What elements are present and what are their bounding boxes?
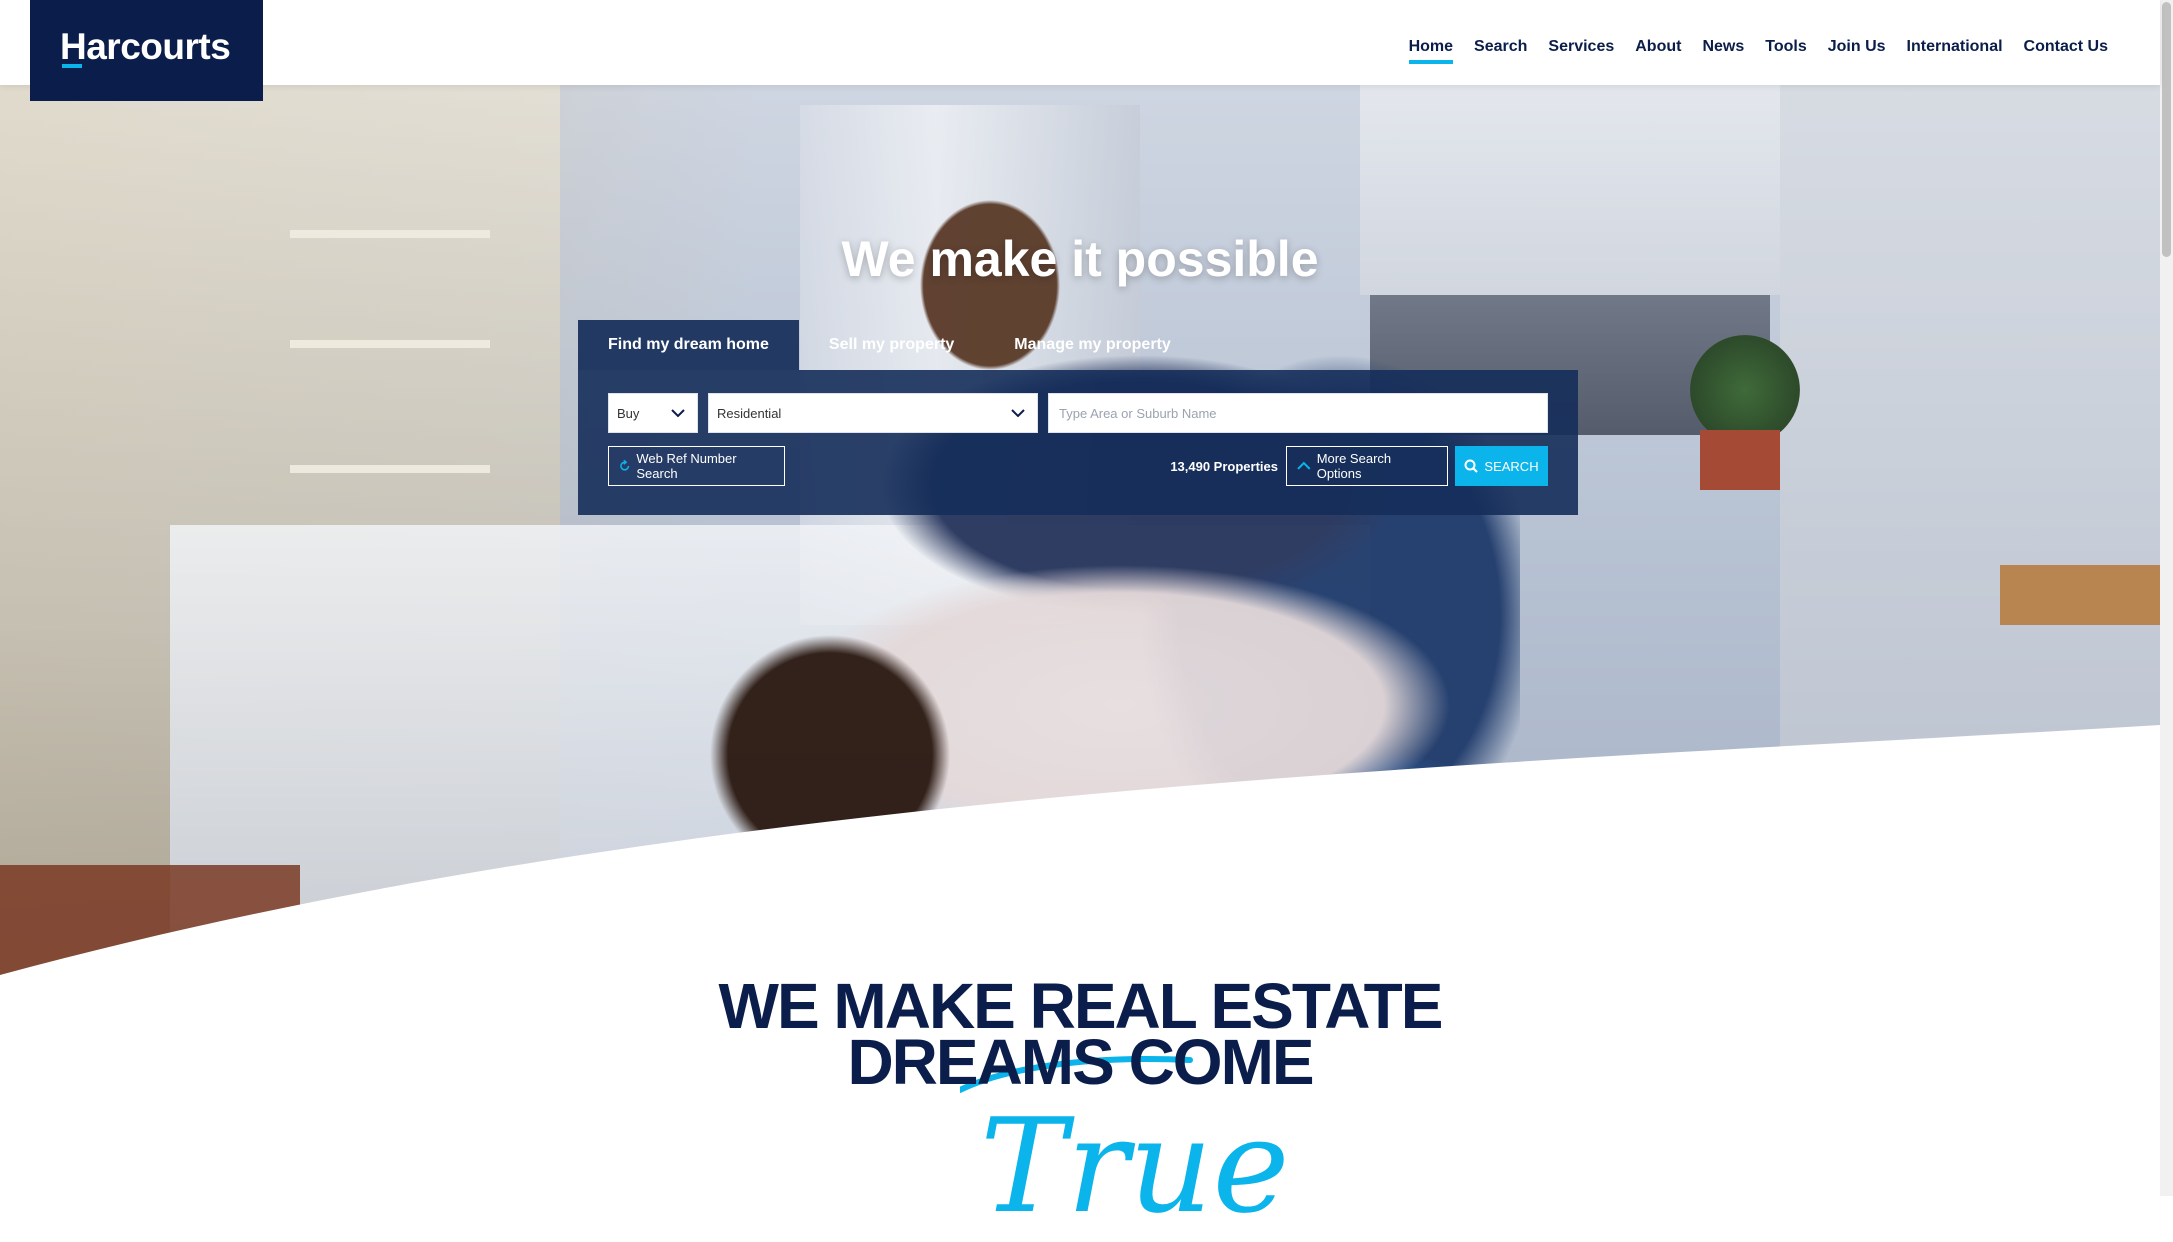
tagline-heading: WE MAKE REAL ESTATE DREAMS COME bbox=[0, 974, 2160, 1098]
hero-title: We make it possible bbox=[841, 231, 1319, 287]
listing-type-select[interactable]: Buy bbox=[608, 393, 698, 433]
area-search-field[interactable] bbox=[1048, 393, 1548, 433]
listing-type-value: Buy bbox=[617, 405, 640, 421]
scrollbar-thumb[interactable] bbox=[2162, 2, 2171, 257]
nav-item-search[interactable]: Search bbox=[1474, 38, 1527, 62]
nav-item-services[interactable]: Services bbox=[1548, 38, 1614, 62]
search-button-label: SEARCH bbox=[1484, 458, 1539, 474]
property-type-value: Residential bbox=[717, 405, 782, 421]
web-ref-search-label: Web Ref Number Search bbox=[636, 451, 737, 481]
search-button[interactable]: SEARCH bbox=[1455, 446, 1548, 486]
nav-item-tools[interactable]: Tools bbox=[1765, 38, 1806, 62]
nav-item-contact-us[interactable]: Contact Us bbox=[2024, 38, 2108, 62]
chevron-down-icon bbox=[671, 409, 685, 418]
tagline-line-2: DREAMS COME bbox=[847, 1026, 1314, 1098]
nav-item-join-us[interactable]: Join Us bbox=[1828, 38, 1886, 62]
tab-manage-my-property[interactable]: Manage my property bbox=[984, 320, 1200, 370]
more-search-options-button[interactable]: More Search Options bbox=[1286, 446, 1448, 486]
main-nav: Home Search Services About News Tools Jo… bbox=[1388, 38, 2108, 64]
search-icon bbox=[1464, 459, 1479, 473]
search-panel: Buy Residential Web Ref Number Search 13… bbox=[578, 370, 1578, 515]
logo-wordmark: Harcourts bbox=[60, 26, 231, 67]
nav-item-news[interactable]: News bbox=[1702, 38, 1744, 62]
property-type-select[interactable]: Residential bbox=[708, 393, 1038, 433]
web-ref-search-button[interactable]: Web Ref Number Search bbox=[608, 446, 785, 486]
nav-item-international[interactable]: International bbox=[1907, 38, 2003, 62]
site-header: Home Search Services About News Tools Jo… bbox=[0, 0, 2160, 85]
chevron-down-icon bbox=[1011, 409, 1025, 418]
search-tabs: Find my dream home Sell my property Mana… bbox=[578, 320, 1201, 370]
harcourts-logo[interactable]: Harcourts bbox=[30, 0, 263, 101]
chevron-up-icon bbox=[1297, 461, 1311, 470]
properties-count: 13,490 Properties bbox=[1170, 458, 1278, 474]
page-scrollbar[interactable] bbox=[2160, 0, 2173, 1196]
area-search-input[interactable] bbox=[1057, 404, 1539, 422]
tab-sell-my-property[interactable]: Sell my property bbox=[799, 320, 984, 370]
tab-find-my-dream-home[interactable]: Find my dream home bbox=[578, 320, 799, 370]
nav-item-about[interactable]: About bbox=[1635, 38, 1681, 62]
logo-accent-bar bbox=[62, 64, 82, 68]
nav-item-home[interactable]: Home bbox=[1408, 38, 1454, 64]
refresh-icon bbox=[620, 460, 630, 471]
tagline-script: True bbox=[980, 1090, 1290, 1242]
more-search-options-label: More Search Options bbox=[1316, 451, 1392, 481]
